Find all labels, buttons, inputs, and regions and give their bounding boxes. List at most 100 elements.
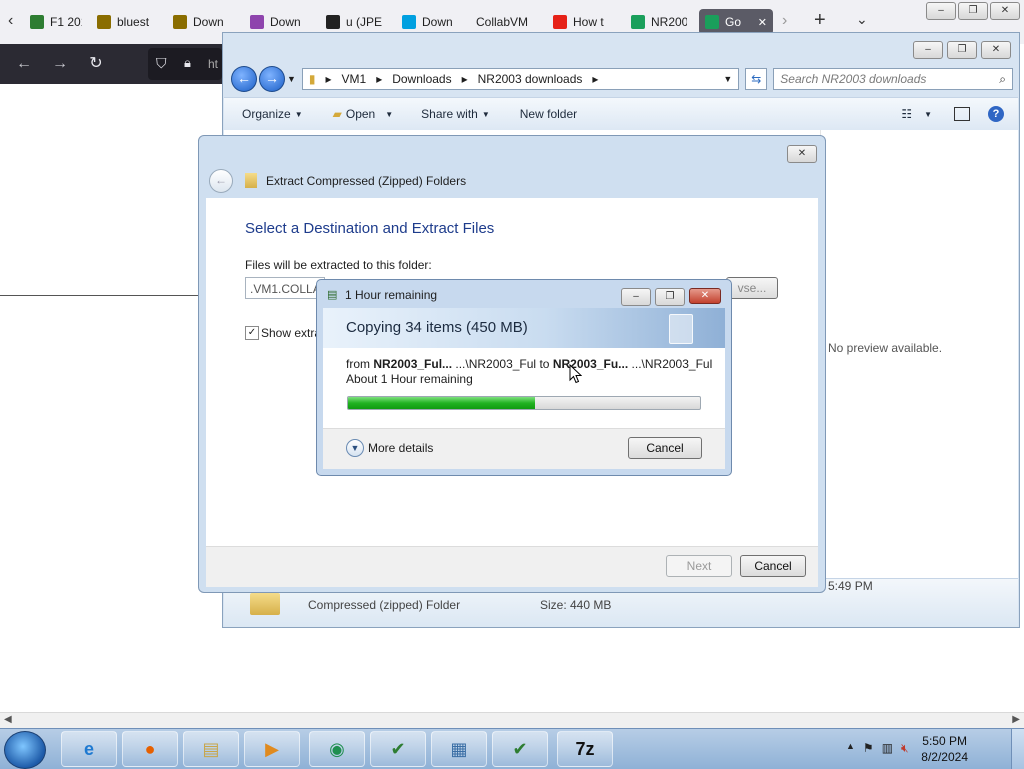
views-button[interactable]: ☷ ▼ [901,107,932,121]
taskbar-installer-2-icon[interactable]: ✔ [492,731,548,767]
taskbar-7zip-icon[interactable]: 7z [557,731,613,767]
recent-pages-icon[interactable]: ▼ [287,74,296,84]
tab-scroll-left-icon[interactable]: ‹ [8,12,13,30]
volume-muted-icon[interactable]: 🔇︎ [901,741,909,756]
wizard-cancel-button[interactable]: Cancel [740,555,806,577]
bird-icon [402,15,416,29]
copy-minimize-button[interactable]: – [621,288,651,306]
explorer-close-button[interactable]: ✕ [981,41,1011,59]
start-button[interactable] [4,731,46,769]
folder-input[interactable]: .VM1.COLLA [245,277,325,299]
taskbar-installer-icon[interactable]: ✔ [370,731,426,767]
copy-maximize-button[interactable]: ❐ [655,288,685,306]
help-icon: ? [988,106,1004,122]
clock-time: 5:50 PM [922,734,967,748]
reload-icon[interactable]: ↻ [86,54,106,74]
taskbar-control-panel-icon[interactable]: ▦ [431,731,487,767]
search-placeholder: Search NR2003 downloads [780,72,927,86]
show-hidden-icons-icon[interactable]: ▲ [846,741,855,756]
stack-icon [97,15,111,29]
back-icon[interactable]: ← [14,54,34,74]
details-type: Compressed (zipped) Folder [308,598,461,612]
refresh-button[interactable]: ⇆ [745,68,768,90]
new-tab-icon[interactable]: + [814,9,826,32]
tab-label: Go [725,15,742,29]
browser-tab[interactable]: bluest [97,9,155,35]
tab-label: F1 201 [50,15,82,29]
explorer-forward-button[interactable]: → [258,66,285,92]
copy-close-button[interactable]: ✕ [689,288,721,304]
taskbar-firefox-icon[interactable]: ● [122,731,178,767]
address-bar[interactable]: ▮ ▸ VM1 ▸ Downloads ▸ NR2003 downloads ▸… [301,68,740,90]
details-size: Size: 440 MB [540,598,612,612]
explorer-back-button[interactable]: ← [231,66,257,92]
explorer-minimize-button[interactable]: – [913,41,943,59]
taskbar-file-explorer-icon[interactable]: ▤ [183,731,239,767]
views-icon: ☷ [901,107,913,121]
shield-icon: ⛉ [156,55,167,71]
taskbar-media-center-icon[interactable]: ◉ [309,731,365,767]
url-text: ht [208,57,219,71]
more-details-toggle[interactable]: ▼ More details [346,439,433,457]
address-dropdown-icon[interactable]: ▼ [723,74,732,84]
folder-icon: ▮ [308,72,316,86]
copy-dialog-header: Copying 34 items (450 MB) [323,308,725,348]
breadcrumb-vm1[interactable]: VM1 [342,72,367,86]
tab-label: CollabVM [476,15,529,29]
tab-list-icon[interactable]: ⌄ [856,11,868,28]
show-files-label: Show extra [261,326,322,340]
wizard-footer: Next Cancel [206,546,818,587]
next-button[interactable]: Next [666,555,732,577]
breadcrumb-downloads[interactable]: Downloads [392,72,451,86]
minimize-button[interactable]: – [926,2,956,20]
organize-button[interactable]: Organize ▼ [242,107,303,121]
breadcrumb-nr2003[interactable]: NR2003 downloads [478,72,583,86]
help-button[interactable]: ? [988,106,1004,122]
system-clock[interactable]: 5:50 PM 8/2/2024 [921,733,968,765]
copy-dialog-footer: ▼ More details Cancel [323,428,725,469]
network-icon[interactable]: ▥ [882,741,893,756]
preview-pane-button[interactable] [954,107,970,121]
tab-scroll-right-icon[interactable]: › [782,12,787,30]
explorer-toolbar: Organize ▼ ▰ Open ▼ Share with ▼ New folder … [224,97,1018,131]
forward-icon[interactable]: → [50,54,70,74]
clock-date: 8/2/2024 [921,750,968,764]
browser-tab[interactable]: F1 201 [30,9,82,35]
copy-progress-dialog: ▤ 1 Hour remaining – ❐ ✕ Copying 34 item… [316,279,732,476]
copy-cancel-button[interactable]: Cancel [628,437,702,459]
lock-icon: 🔒︎ [184,55,191,70]
tab-label: bluest [117,15,150,29]
action-center-flag-icon[interactable]: ⚑ [863,741,874,756]
zip-folder-icon [245,173,257,188]
scroll-right-icon[interactable]: ▶ [1012,714,1020,725]
open-button[interactable]: ▰ Open ▼ [333,107,394,121]
breadcrumb-sep-icon: ▸ [376,72,383,86]
details-time: 5:49 PM [828,579,873,593]
explorer-titlebar: – ❐ ✕ [223,33,1019,63]
taskbar-media-player-icon[interactable]: ▶ [244,731,300,767]
close-button[interactable]: ✕ [990,2,1020,20]
share-with-button[interactable]: Share with ▼ [421,107,490,121]
no-preview-text: No preview available. [828,341,943,355]
close-tab-icon[interactable]: ✕ [758,16,767,29]
tab-label: How t [573,15,604,29]
to-name[interactable]: NR2003_Fu... [553,357,628,371]
wizard-back-button[interactable]: ← [209,169,233,193]
show-desktop-button[interactable] [1011,729,1024,769]
search-input[interactable]: Search NR2003 downloads ⌕ [773,68,1013,90]
chevron-down-icon: ▼ [481,109,490,119]
scroll-left-icon[interactable]: ◀ [4,714,12,725]
taskbar-internet-explorer-icon[interactable]: e [61,731,117,767]
new-folder-button[interactable]: New folder [520,107,577,121]
horizontal-scrollbar[interactable]: ◀ ▶ [0,712,1024,729]
tab-label: Down [270,15,301,29]
show-files-checkbox[interactable]: ✓ [245,326,259,340]
explorer-maximize-button[interactable]: ❐ [947,41,977,59]
url-bar[interactable]: ⛉ 🔒︎ ht [148,48,222,80]
breadcrumb-sep-icon: ▸ [592,72,599,86]
tab-label: NR200 [651,15,687,29]
from-name[interactable]: NR2003_Ful... [373,357,452,371]
wizard-close-button[interactable]: ✕ [787,145,817,163]
maximize-button[interactable]: ❐ [958,2,988,20]
browse-button[interactable]: vse... [726,277,778,299]
